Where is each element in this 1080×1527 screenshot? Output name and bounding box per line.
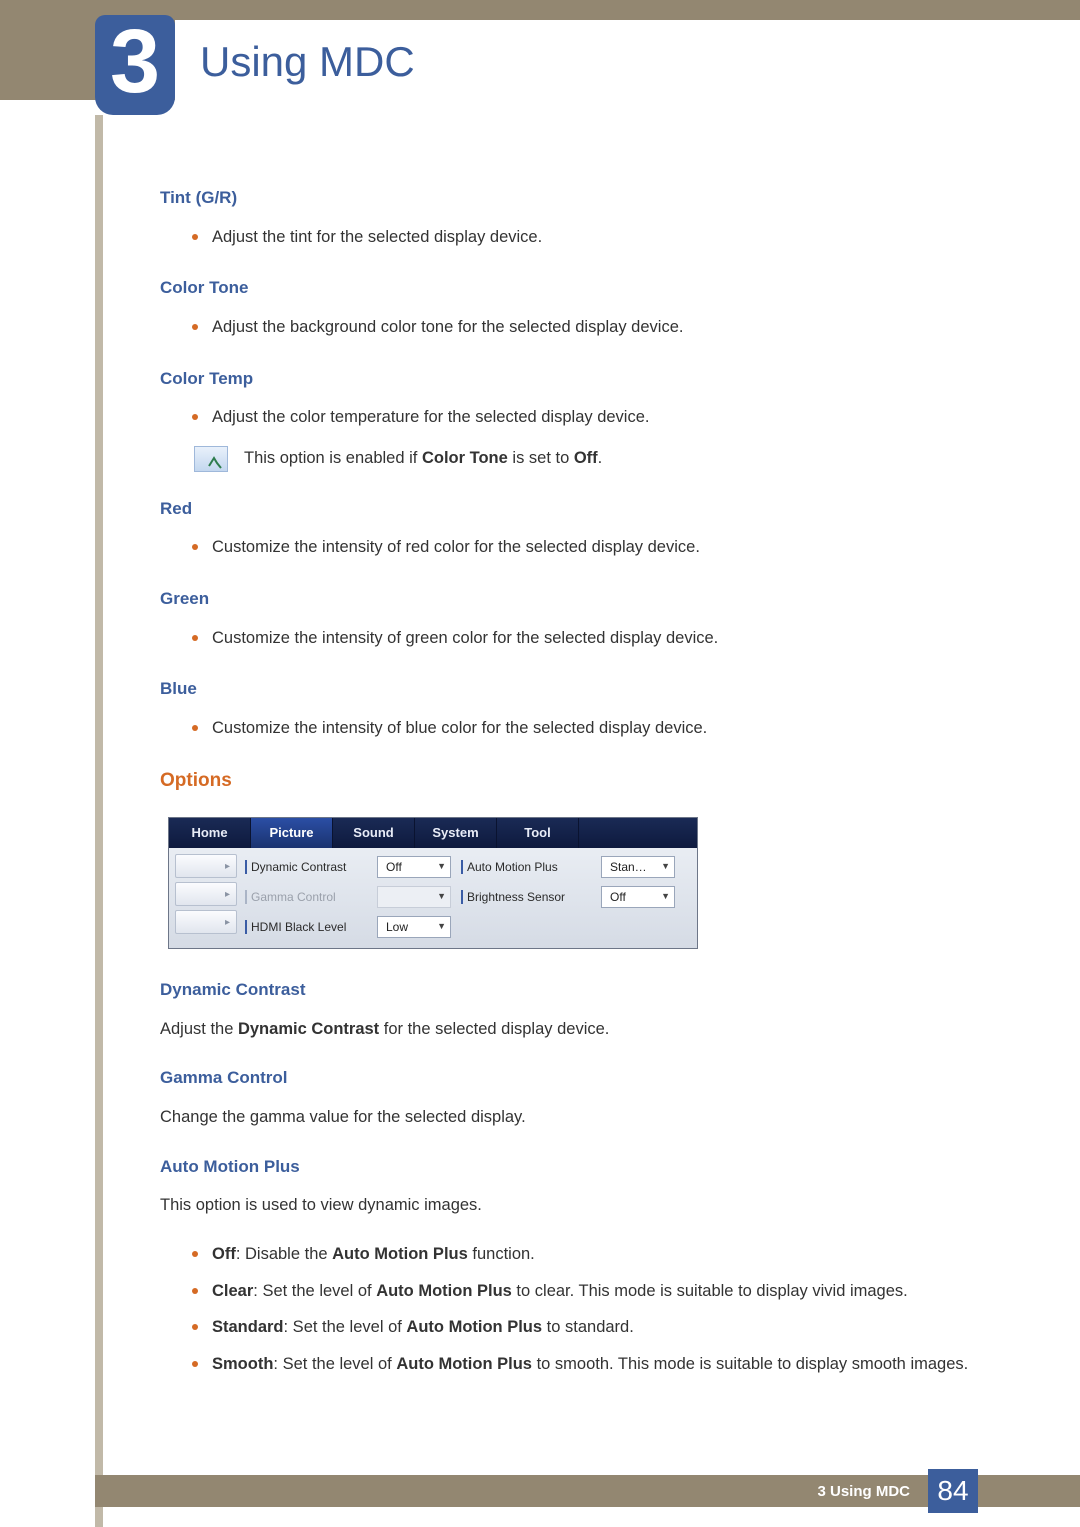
bullet-text: Customize the intensity of red color for… — [212, 535, 990, 560]
tab-tool[interactable]: Tool — [497, 818, 579, 848]
chevron-down-icon: ▼ — [661, 890, 670, 904]
bullet-icon — [192, 414, 198, 420]
tab-home[interactable]: Home — [169, 818, 251, 848]
subhead-tint: Tint (G/R) — [160, 185, 990, 211]
subhead-green: Green — [160, 586, 990, 612]
subhead-blue: Blue — [160, 676, 990, 702]
combo-brightness-sensor[interactable]: Off▼ — [601, 886, 675, 908]
bullet-amp-off: Off: Disable the Auto Motion Plus functi… — [160, 1242, 990, 1267]
combo-dynamic-contrast[interactable]: Off▼ — [377, 856, 451, 878]
bullet-icon — [192, 1361, 198, 1367]
desc-gamma-body: Change the gamma value for the selected … — [160, 1105, 990, 1130]
subhead-colortone: Color Tone — [160, 275, 990, 301]
bullet-text: Adjust the color temperature for the sel… — [212, 405, 990, 430]
panel-left-buttons: ▸ ▸ ▸ — [175, 854, 237, 940]
chevron-down-icon: ▼ — [437, 890, 446, 904]
bullet-green: Customize the intensity of green color f… — [160, 626, 990, 651]
options-panel: Home Picture Sound System Tool ▸ ▸ ▸ Dyn… — [168, 817, 698, 949]
footer-label: 3 Using MDC — [817, 1483, 910, 1500]
bullet-tint: Adjust the tint for the selected display… — [160, 225, 990, 250]
expand-button[interactable]: ▸ — [175, 882, 237, 906]
desc-gamma-title: Gamma Control — [160, 1065, 990, 1091]
chapter-title: Using MDC — [200, 38, 415, 86]
desc-amp-title: Auto Motion Plus — [160, 1154, 990, 1180]
bullet-icon — [192, 1288, 198, 1294]
bullet-blue: Customize the intensity of blue color fo… — [160, 716, 990, 741]
subhead-red: Red — [160, 496, 990, 522]
combo-gamma-control: ▼ — [377, 886, 451, 908]
bullet-text: Customize the intensity of blue color fo… — [212, 716, 990, 741]
label-auto-motion-plus: Auto Motion Plus — [461, 858, 591, 876]
note-icon — [194, 446, 228, 472]
bullet-colortemp: Adjust the color temperature for the sel… — [160, 405, 990, 430]
label-dynamic-contrast: Dynamic Contrast — [245, 858, 367, 876]
note-colortemp: This option is enabled if Color Tone is … — [194, 446, 990, 472]
bullet-amp-smooth: Smooth: Set the level of Auto Motion Plu… — [160, 1352, 990, 1377]
page-footer: 3 Using MDC 84 — [0, 1475, 1080, 1527]
bullet-icon — [192, 544, 198, 550]
label-gamma-control: Gamma Control — [245, 888, 367, 906]
label-hdmi-black-level: HDMI Black Level — [245, 918, 367, 936]
chevron-down-icon: ▼ — [437, 920, 446, 934]
bullet-icon — [192, 635, 198, 641]
panel-body: ▸ ▸ ▸ Dynamic Contrast Off▼ Auto Motion … — [169, 848, 697, 948]
tab-spacer — [579, 818, 697, 848]
combo-hdmi-black-level[interactable]: Low▼ — [377, 916, 451, 938]
bullet-icon — [192, 324, 198, 330]
bullet-amp-clear: Clear: Set the level of Auto Motion Plus… — [160, 1279, 990, 1304]
tab-bar: Home Picture Sound System Tool — [169, 818, 697, 848]
tab-sound[interactable]: Sound — [333, 818, 415, 848]
tab-picture[interactable]: Picture — [251, 818, 333, 848]
bullet-amp-standard: Standard: Set the level of Auto Motion P… — [160, 1315, 990, 1340]
bullet-red: Customize the intensity of red color for… — [160, 535, 990, 560]
label-brightness-sensor: Brightness Sensor — [461, 888, 591, 906]
chapter-badge: 3 — [95, 15, 175, 115]
combo-auto-motion-plus[interactable]: Stan…▼ — [601, 856, 675, 878]
bullet-icon — [192, 1251, 198, 1257]
left-rail — [95, 115, 103, 1527]
bullet-colortone: Adjust the background color tone for the… — [160, 315, 990, 340]
chevron-down-icon: ▼ — [661, 860, 670, 874]
subhead-colortemp: Color Temp — [160, 366, 990, 392]
page-content: Tint (G/R) Adjust the tint for the selec… — [160, 185, 990, 1389]
section-options: Options — [160, 767, 990, 796]
tab-system[interactable]: System — [415, 818, 497, 848]
desc-dynamic-contrast-title: Dynamic Contrast — [160, 977, 990, 1003]
bullet-text: Adjust the background color tone for the… — [212, 315, 990, 340]
bullet-text: Customize the intensity of green color f… — [212, 626, 990, 651]
bullet-icon — [192, 234, 198, 240]
expand-button[interactable]: ▸ — [175, 854, 237, 878]
chapter-number: 3 — [95, 9, 175, 115]
panel-grid: Dynamic Contrast Off▼ Auto Motion Plus S… — [245, 854, 691, 940]
note-text: This option is enabled if Color Tone is … — [244, 446, 602, 471]
bullet-text: Adjust the tint for the selected display… — [212, 225, 990, 250]
page-number: 84 — [928, 1469, 978, 1513]
footer-bar: 3 Using MDC 84 — [95, 1475, 1080, 1507]
amp-bullet-list: Off: Disable the Auto Motion Plus functi… — [160, 1242, 990, 1377]
bullet-icon — [192, 1324, 198, 1330]
chevron-down-icon: ▼ — [437, 860, 446, 874]
page-header: 3 Using MDC — [0, 20, 1080, 115]
bullet-icon — [192, 725, 198, 731]
desc-amp-body: This option is used to view dynamic imag… — [160, 1193, 990, 1218]
desc-dynamic-contrast-body: Adjust the Dynamic Contrast for the sele… — [160, 1017, 990, 1042]
expand-button[interactable]: ▸ — [175, 910, 237, 934]
